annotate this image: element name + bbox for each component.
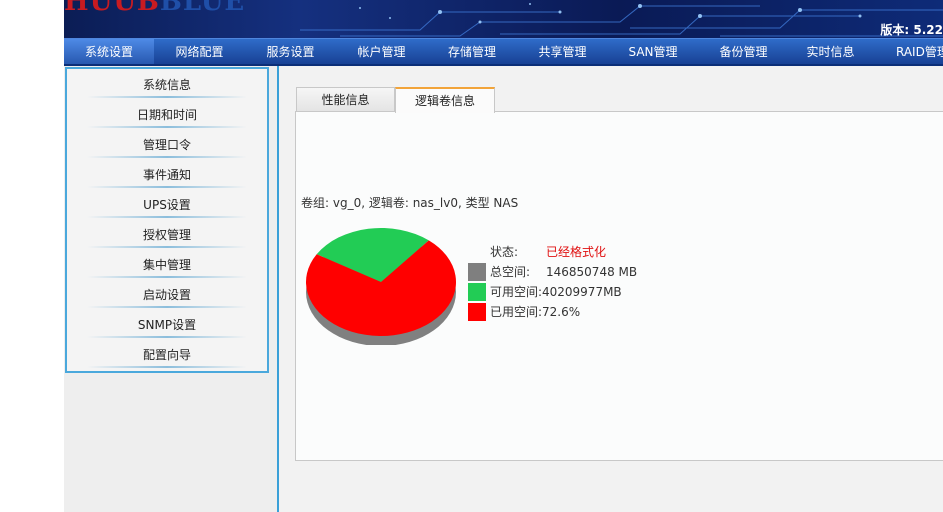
legend-status-row: 状态: 已经格式化: [468, 243, 628, 261]
sidebar-item-event-notification[interactable]: 事件通知: [67, 159, 267, 189]
logo-part-b: BLUE: [159, 0, 246, 17]
nav-item-storage-management[interactable]: 存储管理: [427, 39, 517, 65]
legend-used-swatch: [468, 303, 486, 321]
total-space-value: 146850748 MB: [546, 265, 638, 279]
usage-pie-chart: [306, 228, 456, 345]
nav-item-service-settings[interactable]: 服务设置: [245, 39, 336, 65]
legend-total-row: 总空间: 146850748 MB: [468, 263, 638, 281]
free-space-value: 40209977MB: [542, 285, 622, 299]
sidebar-item-system-info[interactable]: 系统信息: [67, 69, 267, 99]
status-label: 状态:: [490, 245, 519, 259]
nav-item-account-management[interactable]: 帐户管理: [336, 39, 427, 65]
used-space-value: 72.6%: [542, 305, 581, 319]
tab-performance-info[interactable]: 性能信息: [296, 87, 395, 111]
legend-free-swatch: [468, 283, 486, 301]
sidebar-item-setup-wizard[interactable]: 配置向导: [67, 339, 267, 369]
status-value: 已经格式化: [546, 245, 607, 259]
pie-slices: [306, 228, 456, 336]
legend-used-row: 已用空间: 72.6%: [468, 303, 638, 321]
total-space-label: 总空间:: [490, 265, 531, 279]
nav-item-backup-management[interactable]: 备份管理: [698, 39, 789, 65]
brand-logo: HUUBBLUE: [64, 0, 245, 17]
nav-item-system-settings[interactable]: 系统设置: [64, 39, 154, 65]
nav-item-share-management[interactable]: 共享管理: [517, 39, 608, 65]
legend-free-row: 可用空间: 40209977MB: [468, 283, 638, 301]
nav-item-raid-management[interactable]: RAID管理: [872, 39, 943, 65]
volume-info-text: 卷组: vg_0, 逻辑卷: nas_lv0, 类型 NAS: [301, 196, 519, 210]
sidebar-item-ups-settings[interactable]: UPS设置: [67, 189, 267, 219]
used-space-label: 已用空间:: [490, 305, 543, 319]
tab-logical-volume-info[interactable]: 逻辑卷信息: [395, 87, 495, 113]
sidebar-item-boot-settings[interactable]: 启动设置: [67, 279, 267, 309]
sidebar-item-snmp-settings[interactable]: SNMP设置: [67, 309, 267, 339]
free-space-label: 可用空间:: [490, 285, 543, 299]
sidebar-item-admin-password[interactable]: 管理口令: [67, 129, 267, 159]
main-nav: 系统设置 网络配置 服务设置 帐户管理 存储管理 共享管理 SAN管理 备份管理…: [64, 38, 943, 65]
nav-item-network-config[interactable]: 网络配置: [154, 39, 245, 65]
nav-item-realtime-info[interactable]: 实时信息: [789, 39, 872, 65]
nav-item-san-management[interactable]: SAN管理: [608, 39, 698, 65]
sidebar-item-date-time[interactable]: 日期和时间: [67, 99, 267, 129]
circuit-decoration: [300, 3, 943, 37]
header-banner: HUUBBLUE 版本: 5.22: [0, 0, 943, 38]
version-label: 版本: 5.22: [880, 23, 943, 37]
sidebar-item-license-management[interactable]: 授权管理: [67, 219, 267, 249]
legend-total-swatch: [468, 263, 486, 281]
logo-part-a: HUUB: [64, 0, 160, 17]
sidebar-menu: 系统信息 日期和时间 管理口令 事件通知 UPS设置 授权管理 集中管理 启动设…: [65, 67, 269, 373]
sidebar-item-central-management[interactable]: 集中管理: [67, 249, 267, 279]
